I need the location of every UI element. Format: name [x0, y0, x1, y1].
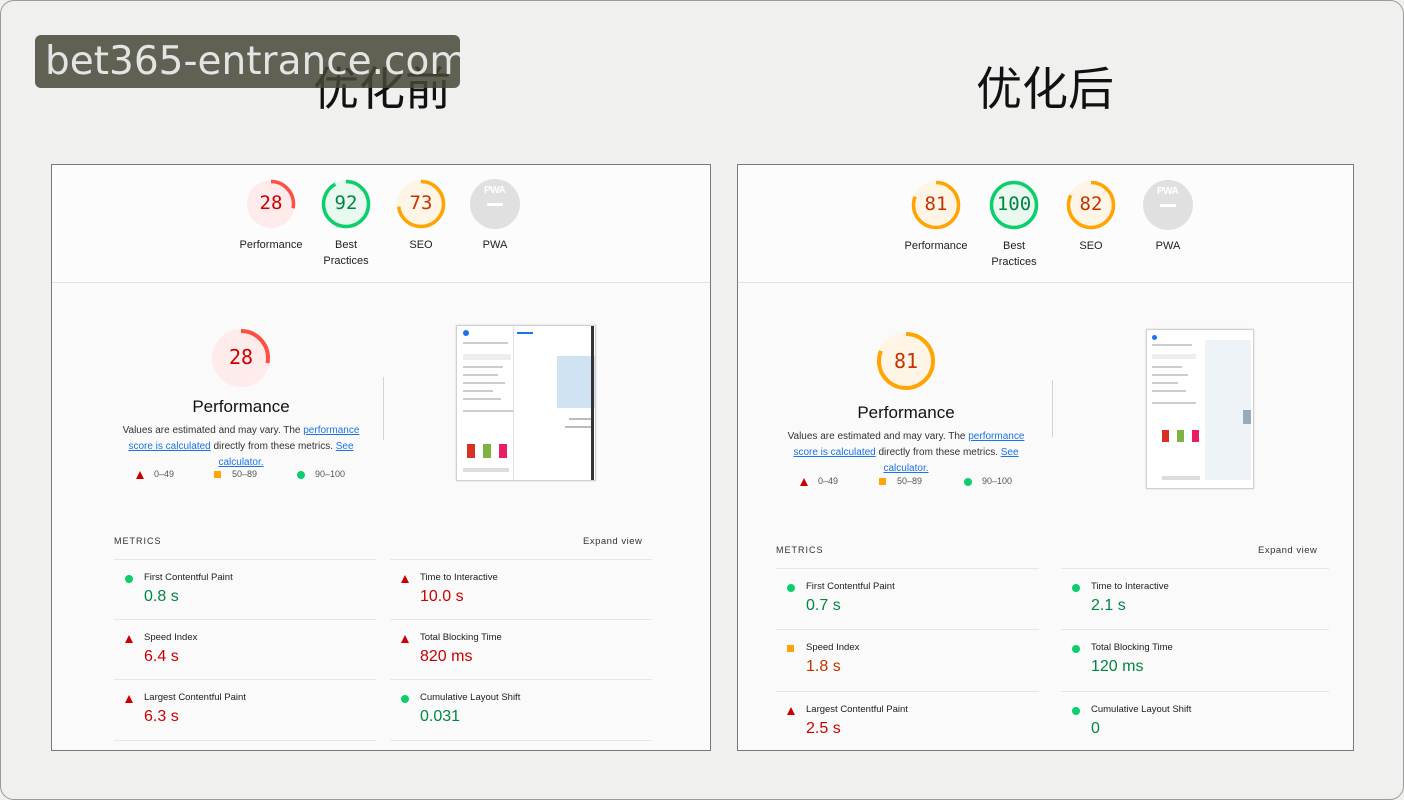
lighthouse-report-before: 28 Performance 92 Best Practices 73 SEO …	[51, 164, 711, 751]
circle-icon	[787, 584, 795, 592]
metric-first-contentful-paint[interactable]: First Contentful Paint 0.7 s	[776, 568, 1039, 630]
pwa-icon-mark: PWA	[1157, 186, 1179, 197]
triangle-icon	[800, 478, 808, 486]
metric-name: Speed Index	[144, 632, 198, 643]
desc-text: directly from these metrics.	[875, 447, 1001, 458]
metric-value: 0.8 s	[144, 588, 179, 605]
circle-icon	[401, 695, 409, 703]
metric-cumulative-layout-shift[interactable]: Cumulative Layout Shift 0	[1061, 691, 1329, 750]
metric-value: 2.5 s	[806, 720, 841, 737]
screenshot-frame: 优化前 优化后 28 Performance 92 Best Practices…	[0, 0, 1404, 800]
triangle-icon	[401, 575, 409, 583]
metric-name: First Contentful Paint	[806, 581, 895, 592]
metric-value: 1.8 s	[806, 658, 841, 675]
square-icon	[214, 471, 221, 478]
gauge-score: 82	[1079, 193, 1103, 215]
metric-speed-index[interactable]: Speed Index 6.4 s	[114, 619, 376, 680]
triangle-icon	[787, 707, 795, 715]
page-screenshot-thumbnail[interactable]	[456, 325, 596, 481]
metric-time-to-interactive[interactable]: Time to Interactive 2.1 s	[1061, 568, 1329, 630]
metric-name: Total Blocking Time	[420, 632, 502, 643]
triangle-icon	[136, 471, 144, 479]
lighthouse-report-after: 81 Performance 100 Best Practices 82 SEO…	[737, 164, 1354, 751]
expand-view-toggle[interactable]: Expand view	[583, 536, 642, 547]
metric-value: 0.031	[420, 708, 461, 725]
circle-icon	[297, 471, 305, 479]
performance-title: Performance	[857, 403, 955, 422]
pwa-icon-mark: PWA	[484, 185, 506, 196]
gauge-label: PWA	[482, 239, 508, 251]
metric-cumulative-layout-shift[interactable]: Cumulative Layout Shift 0.031	[390, 679, 652, 741]
heading-after: 优化后	[976, 62, 1114, 116]
gauge-label: Best Practices	[991, 240, 1037, 268]
performance-description: Values are estimated and may vary. The p…	[776, 429, 1036, 477]
desc-text: Values are estimated and may vary. The	[787, 431, 969, 442]
metrics-title: METRICS	[114, 536, 162, 546]
performance-big-score: 28	[228, 345, 254, 369]
expand-view-toggle[interactable]: Expand view	[1258, 545, 1317, 556]
pwa-icon-dash	[1160, 204, 1176, 207]
metric-largest-contentful-paint[interactable]: Largest Contentful Paint 2.5 s	[776, 691, 1039, 750]
gauge-label: Performance	[239, 239, 303, 251]
vertical-divider	[383, 377, 384, 440]
circle-icon	[1072, 707, 1080, 715]
score-summary: 28 Performance 92 Best Practices 73 SEO …	[52, 165, 710, 283]
metric-value: 0	[1091, 720, 1100, 737]
metric-name: Total Blocking Time	[1091, 642, 1173, 653]
score-legend: 0–49 50–89 90–100	[136, 469, 376, 482]
metric-name: Time to Interactive	[1091, 581, 1169, 592]
metric-value: 6.4 s	[144, 648, 179, 665]
metrics-title: METRICS	[776, 545, 824, 555]
square-icon	[787, 645, 794, 652]
metric-value: 120 ms	[1091, 658, 1144, 675]
circle-icon	[125, 575, 133, 583]
performance-description: Values are estimated and may vary. The p…	[111, 423, 371, 471]
gauge-score: 81	[924, 193, 948, 215]
page-screenshot-thumbnail[interactable]	[1146, 329, 1254, 489]
metric-name: Cumulative Layout Shift	[420, 692, 521, 703]
watermark-overlay: bet365-entrance.com	[35, 35, 460, 88]
metric-value: 10.0 s	[420, 588, 464, 605]
desc-text: Values are estimated and may vary. The	[122, 425, 304, 436]
square-icon	[879, 478, 886, 485]
metric-name: Largest Contentful Paint	[144, 692, 246, 703]
gauge-score: 73	[409, 192, 433, 214]
gauge-label: PWA	[1155, 240, 1181, 252]
gauge-label: Best Practices	[323, 239, 369, 267]
metric-total-blocking-time[interactable]: Total Blocking Time 820 ms	[390, 619, 652, 680]
score-summary: 81 Performance 100 Best Practices 82 SEO…	[738, 165, 1353, 283]
metric-value: 0.7 s	[806, 597, 841, 614]
pwa-icon-dash	[487, 203, 503, 206]
triangle-icon	[401, 635, 409, 643]
metric-name: First Contentful Paint	[144, 572, 233, 583]
metric-value: 2.1 s	[1091, 597, 1126, 614]
triangle-icon	[125, 635, 133, 643]
metric-largest-contentful-paint[interactable]: Largest Contentful Paint 6.3 s	[114, 679, 376, 741]
performance-big-score: 81	[893, 349, 919, 373]
metric-value: 820 ms	[420, 648, 473, 665]
vertical-divider	[1052, 380, 1053, 437]
triangle-icon	[125, 695, 133, 703]
circle-icon	[1072, 584, 1080, 592]
circle-icon	[1072, 645, 1080, 653]
metric-name: Speed Index	[806, 642, 860, 653]
desc-text: directly from these metrics.	[210, 441, 336, 452]
gauge-label: Performance	[904, 240, 968, 252]
score-legend: 0–49 50–89 90–100	[800, 476, 1040, 489]
metric-name: Largest Contentful Paint	[806, 704, 908, 715]
metric-name: Cumulative Layout Shift	[1091, 704, 1192, 715]
circle-icon	[964, 478, 972, 486]
metric-name: Time to Interactive	[420, 572, 498, 583]
metric-value: 6.3 s	[144, 708, 179, 725]
metric-time-to-interactive[interactable]: Time to Interactive 10.0 s	[390, 559, 652, 620]
metric-speed-index[interactable]: Speed Index 1.8 s	[776, 629, 1039, 692]
performance-title: Performance	[192, 397, 290, 416]
metric-first-contentful-paint[interactable]: First Contentful Paint 0.8 s	[114, 559, 376, 620]
metric-total-blocking-time[interactable]: Total Blocking Time 120 ms	[1061, 629, 1329, 692]
